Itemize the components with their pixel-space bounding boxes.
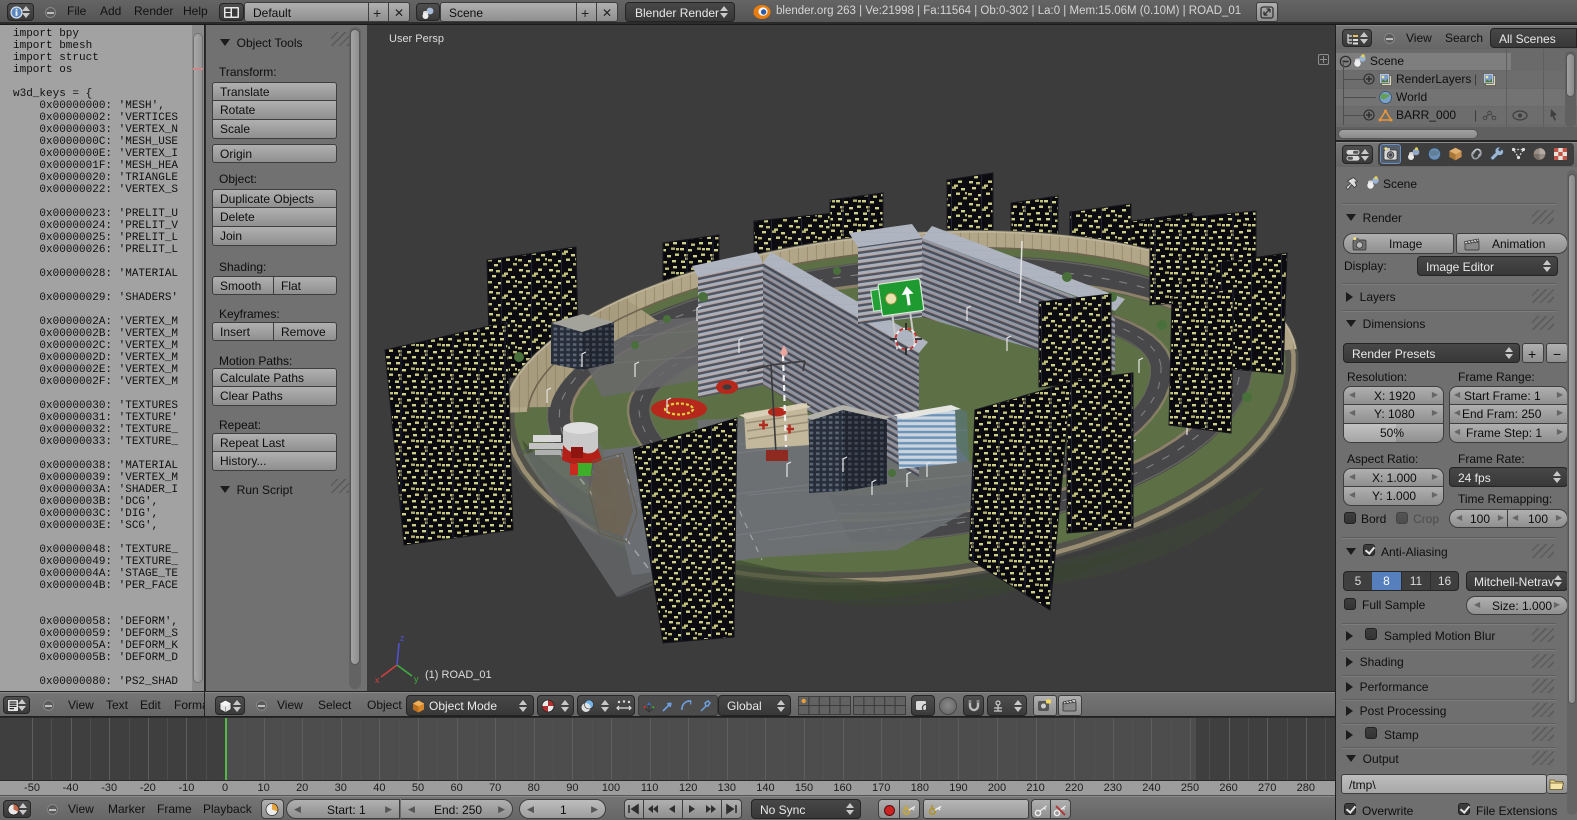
svg-text:y: y — [414, 674, 419, 684]
svg-text:z: z — [400, 633, 405, 643]
svg-text:x: x — [375, 675, 380, 685]
